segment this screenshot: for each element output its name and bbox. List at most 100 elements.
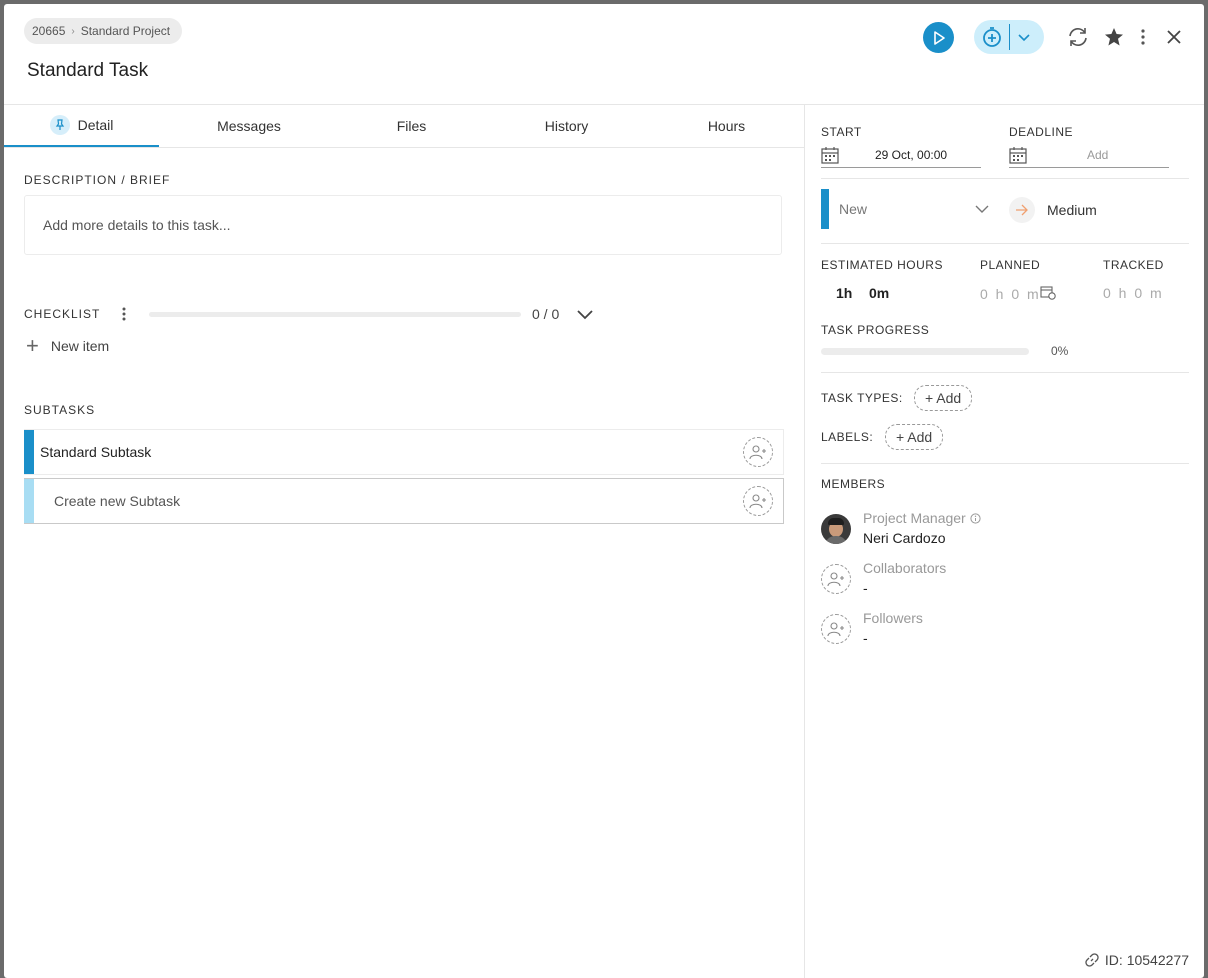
tracked-value: 0 h 0 m: [1103, 285, 1164, 301]
add-user-icon: [827, 622, 844, 637]
breadcrumb-project-name[interactable]: Standard Project: [81, 24, 170, 38]
link-icon: [1085, 953, 1099, 967]
task-types-label: TASK TYPES:: [821, 391, 903, 405]
tab-label: Detail: [77, 117, 114, 133]
tab-label: History: [544, 118, 589, 134]
checklist-progress-bar: [149, 312, 521, 317]
tab-label: Messages: [217, 118, 281, 134]
add-follower-button[interactable]: [821, 614, 851, 644]
kebab-menu-icon: [122, 307, 126, 321]
members-label: MEMBERS: [821, 477, 886, 491]
kebab-menu-icon: [1141, 29, 1145, 45]
split-divider: [1009, 24, 1010, 50]
divider: [821, 243, 1189, 244]
divider: [821, 372, 1189, 373]
add-task-type-button[interactable]: + Add: [914, 385, 973, 411]
status-select[interactable]: New: [821, 189, 991, 229]
refresh-button[interactable]: [1063, 22, 1093, 52]
estimated-minutes-input[interactable]: 0m: [869, 285, 889, 301]
breadcrumb-project-id[interactable]: 20665: [32, 24, 65, 38]
description-input[interactable]: Add more details to this task...: [24, 195, 782, 255]
priority-value: Medium: [1047, 202, 1097, 218]
tab-bar: Detail Messages Files History Hours: [4, 105, 804, 148]
followers-role: Followers: [863, 610, 923, 626]
tab-label: Hours: [707, 118, 746, 134]
add-collaborator-button[interactable]: [821, 564, 851, 594]
more-options-button[interactable]: [1136, 26, 1150, 48]
planned-label: PLANNED: [980, 258, 1041, 272]
assign-member-button[interactable]: [743, 486, 773, 516]
page-title[interactable]: Standard Task: [27, 60, 148, 82]
task-id-link[interactable]: ID: 10542277: [1085, 952, 1189, 968]
create-subtask-row[interactable]: Create new Subtask: [24, 478, 784, 524]
task-progress-label: TASK PROGRESS: [821, 323, 930, 337]
assign-member-button[interactable]: [743, 437, 773, 467]
star-icon: [1105, 28, 1123, 46]
tab-history[interactable]: History: [489, 105, 644, 147]
refresh-icon: [1069, 28, 1087, 46]
detail-pane: Detail Messages Files History Hours DESC…: [4, 105, 804, 978]
estimated-hours-label: ESTIMATED HOURS: [821, 258, 943, 272]
tracked-label: TRACKED: [1103, 258, 1164, 272]
tab-label: Files: [396, 118, 427, 134]
add-user-icon: [827, 572, 844, 587]
divider: [821, 463, 1189, 464]
followers-value: -: [863, 630, 868, 646]
subtasks-label: SUBTASKS: [24, 403, 96, 417]
add-label-button[interactable]: + Add: [885, 424, 944, 450]
planned-value: 0 h 0 m: [980, 286, 1041, 302]
new-checklist-item-button[interactable]: + New item: [26, 335, 109, 357]
calendar-clock-icon[interactable]: [1040, 285, 1056, 300]
properties-pane: START 29 Oct, 00:00 DEADLINE Add New Med…: [804, 105, 1204, 978]
project-manager-role-label: Project Manager: [863, 510, 966, 526]
collaborators-role: Collaborators: [863, 560, 947, 576]
project-manager-role: Project Manager: [863, 510, 981, 526]
add-time-button[interactable]: [974, 20, 1044, 54]
deadline-field[interactable]: Add: [1009, 143, 1169, 168]
divider: [821, 178, 1189, 179]
deadline-value: Add: [1087, 148, 1109, 162]
new-item-label: New item: [50, 338, 110, 354]
collaborators-value: -: [863, 580, 868, 596]
breadcrumb[interactable]: 20665 › Standard Project: [24, 18, 183, 44]
plus-icon: +: [26, 333, 39, 358]
project-manager-row[interactable]: Project Manager Neri Cardozo: [821, 510, 981, 550]
collaborators-row[interactable]: Collaborators -: [821, 560, 946, 600]
tab-detail[interactable]: Detail: [4, 105, 159, 147]
description-placeholder: Add more details to this task...: [43, 217, 231, 233]
status-value: New: [839, 201, 868, 217]
create-subtask-input[interactable]: Create new Subtask: [54, 493, 180, 509]
close-button[interactable]: [1159, 22, 1189, 52]
followers-row[interactable]: Followers -: [821, 610, 923, 650]
estimated-hours-input[interactable]: 1h: [836, 285, 852, 301]
tab-messages[interactable]: Messages: [174, 105, 324, 147]
calendar-icon: [821, 147, 839, 164]
info-icon[interactable]: [970, 513, 981, 524]
checklist-count: 0 / 0: [532, 306, 560, 322]
add-user-icon: [749, 445, 766, 460]
subtask-title[interactable]: Standard Subtask: [40, 444, 151, 460]
tab-hours[interactable]: Hours: [649, 105, 804, 147]
subtask-status-stripe: [24, 430, 34, 474]
calendar-icon: [1009, 147, 1027, 164]
checklist-options-button[interactable]: [118, 305, 130, 323]
tab-files[interactable]: Files: [334, 105, 489, 147]
task-id: ID: 10542277: [1104, 952, 1189, 968]
checklist-collapse-button[interactable]: [576, 307, 596, 323]
pin-icon: [49, 115, 70, 135]
task-modal: 20665 › Standard Project Standard Task D…: [4, 4, 1204, 978]
modal-header: 20665 › Standard Project Standard Task: [4, 4, 1204, 105]
start-date-field[interactable]: 29 Oct, 00:00: [821, 143, 981, 168]
play-icon: [933, 30, 945, 45]
priority-select[interactable]: Medium: [1009, 197, 1097, 223]
arrow-right-icon: [1009, 197, 1035, 223]
start-timer-button[interactable]: [923, 22, 954, 53]
close-icon: [1167, 30, 1181, 44]
add-user-icon: [749, 494, 766, 509]
deadline-label: DEADLINE: [1009, 125, 1074, 139]
favorite-button[interactable]: [1099, 22, 1129, 52]
chevron-down-icon: [975, 205, 989, 213]
subtask-row[interactable]: Standard Subtask: [24, 429, 784, 475]
chevron-right-icon: ›: [71, 25, 75, 37]
chevron-down-icon[interactable]: [1018, 32, 1030, 42]
